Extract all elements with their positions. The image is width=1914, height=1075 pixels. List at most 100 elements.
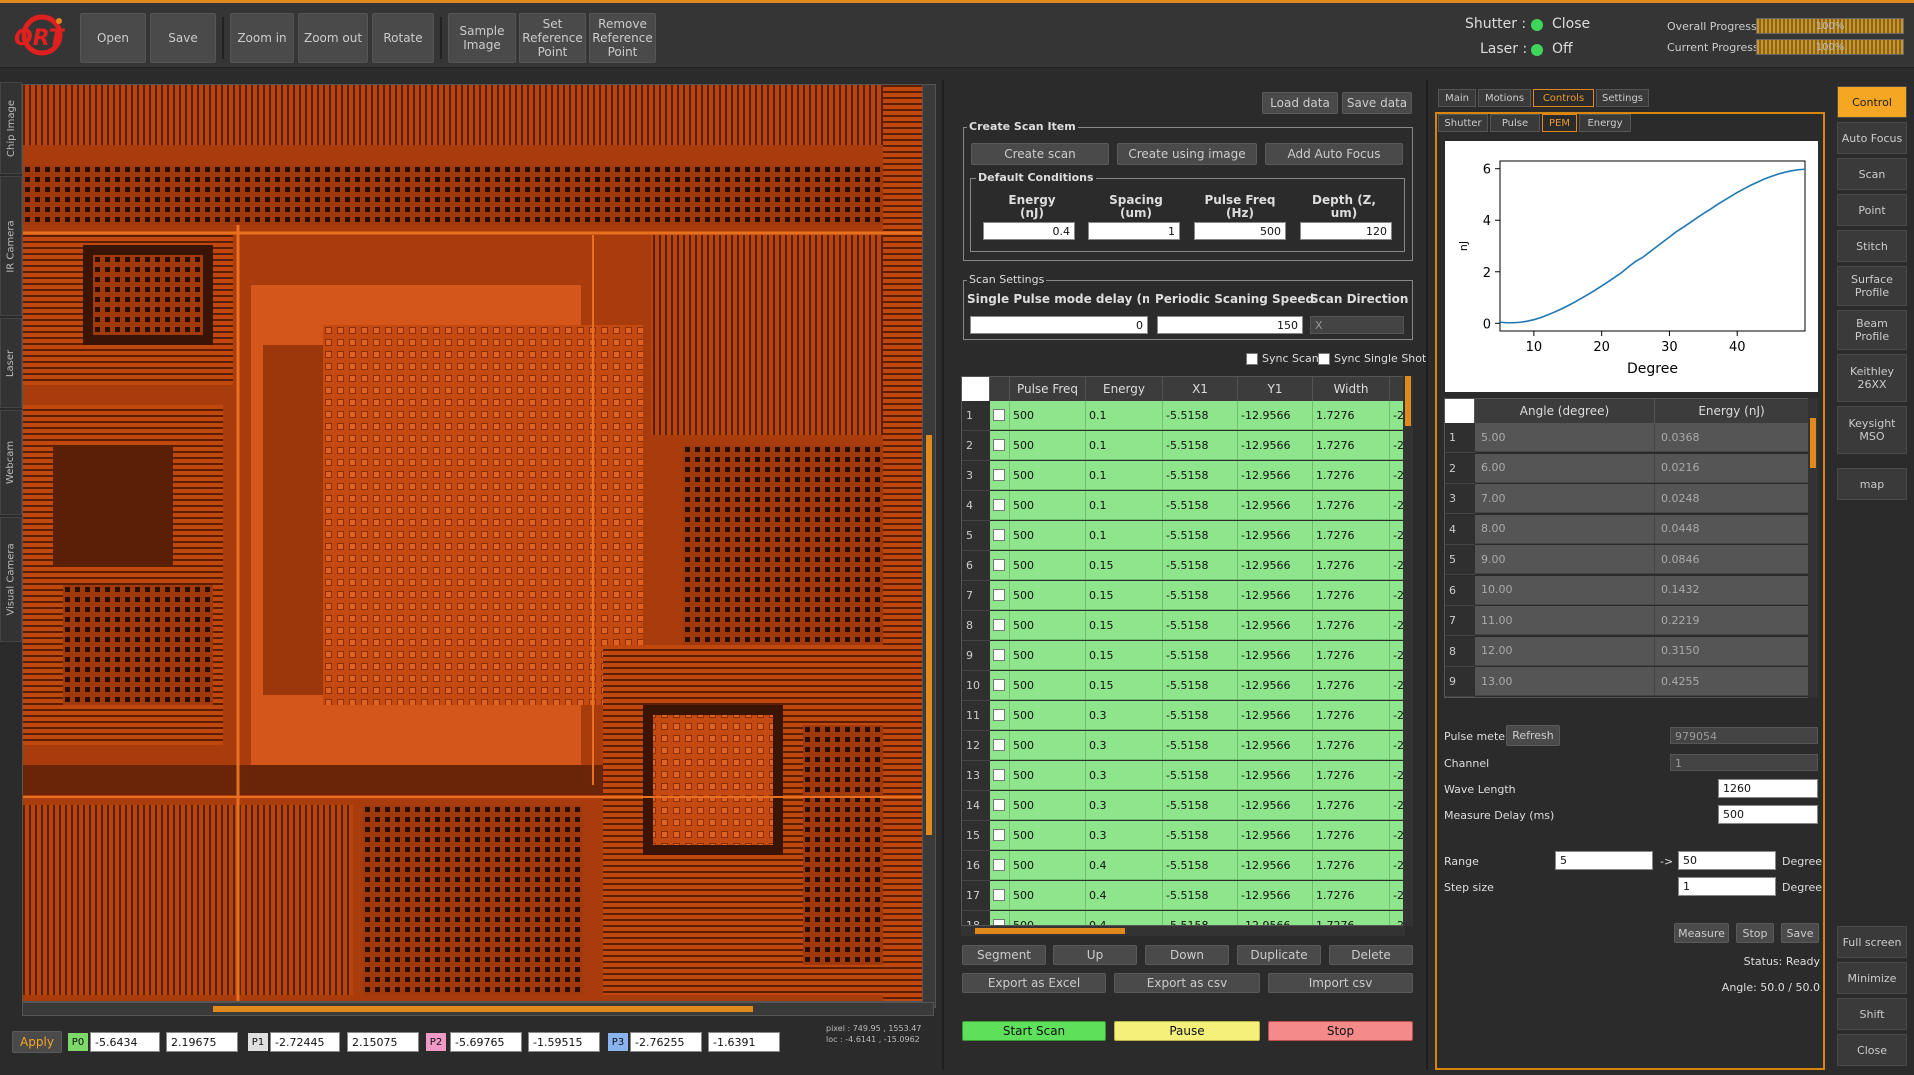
table-cell[interactable]: 500 <box>1010 611 1086 640</box>
table-cell[interactable]: -5.5158 <box>1163 431 1238 460</box>
close-button[interactable]: Close <box>1837 1034 1907 1066</box>
row-number[interactable]: 13 <box>962 761 990 791</box>
row-checkbox-cell[interactable] <box>990 641 1010 670</box>
energy-row-number[interactable]: 2 <box>1445 453 1475 484</box>
table-cell[interactable]: -5.5158 <box>1163 701 1238 730</box>
scan-table-hscroll[interactable] <box>961 926 1405 936</box>
load-data-button[interactable]: Load data <box>1262 92 1338 114</box>
angle-cell[interactable]: 7.00 <box>1475 484 1655 513</box>
energy-cell[interactable]: 0.1432 <box>1655 575 1809 605</box>
row-checkbox-cell[interactable] <box>990 791 1010 820</box>
measure-button[interactable]: Measure <box>1674 923 1729 943</box>
range-to-input[interactable] <box>1678 851 1776 870</box>
single-pulse-input[interactable] <box>970 316 1148 334</box>
table-cell[interactable]: -5.5158 <box>1163 881 1238 910</box>
table-cell[interactable]: 500 <box>1010 701 1086 730</box>
table-corner[interactable] <box>962 377 990 401</box>
table-cell[interactable]: -5.5158 <box>1163 491 1238 520</box>
row-checkbox-cell[interactable] <box>990 731 1010 760</box>
table-cell[interactable]: -5.5158 <box>1163 581 1238 610</box>
image-horizontal-scrollbar[interactable] <box>22 1002 934 1016</box>
table-cell[interactable]: -12.9566 <box>1238 551 1313 580</box>
table-cell[interactable]: 500 <box>1010 521 1086 550</box>
row-checkbox[interactable] <box>993 739 1005 751</box>
tab-visual-camera[interactable]: Visual Camera <box>0 517 22 642</box>
table-row[interactable]: 3 500 0.1 -5.5158 -12.9566 1.7276 -2. <box>962 461 1408 491</box>
table-cell[interactable]: 0.15 <box>1086 581 1163 610</box>
sidebar-item-scan[interactable]: Scan <box>1837 158 1907 190</box>
angle-cell[interactable]: 5.00 <box>1475 423 1655 452</box>
stop-scan-button[interactable]: Stop <box>1268 1021 1413 1041</box>
scan-table-vscroll[interactable] <box>1403 376 1413 926</box>
table-cell[interactable]: 1.7276 <box>1313 821 1390 850</box>
table-cell[interactable]: 1.7276 <box>1313 671 1390 700</box>
create-using-image-button[interactable]: Create using image <box>1117 143 1257 165</box>
row-checkbox-cell[interactable] <box>990 671 1010 700</box>
table-cell[interactable]: -12.9566 <box>1238 521 1313 550</box>
remove-reference-point-button[interactable]: Remove Reference Point <box>589 13 656 63</box>
table-cell[interactable]: 500 <box>1010 791 1086 820</box>
energy-row-number[interactable]: 7 <box>1445 606 1475 636</box>
table-cell[interactable]: 500 <box>1010 821 1086 850</box>
table-row[interactable]: 17 500 0.4 -5.5158 -12.9566 1.7276 -2. <box>962 881 1408 911</box>
table-cell[interactable]: 500 <box>1010 761 1086 790</box>
table-row[interactable]: 4 500 0.1 -5.5158 -12.9566 1.7276 -2. <box>962 491 1408 521</box>
open-button[interactable]: Open <box>80 13 146 63</box>
table-row[interactable]: 18 500 0.4 -5.5158 -12.9566 1.7276 -2. <box>962 911 1408 925</box>
table-cell[interactable]: 1.7276 <box>1313 431 1390 460</box>
tab-webcam[interactable]: Webcam <box>0 410 22 515</box>
table-cell[interactable]: 500 <box>1010 491 1086 520</box>
table-row[interactable]: 16 500 0.4 -5.5158 -12.9566 1.7276 -2. <box>962 851 1408 881</box>
table-cell[interactable]: 0.15 <box>1086 671 1163 700</box>
table-cell[interactable]: 1.7276 <box>1313 851 1390 880</box>
table-cell[interactable]: 0.3 <box>1086 731 1163 760</box>
row-checkbox[interactable] <box>993 499 1005 511</box>
chip-image-view[interactable] <box>22 84 930 1002</box>
sidebar-item-map[interactable]: map <box>1837 468 1907 500</box>
col-header-energy[interactable]: Energy <box>1086 377 1163 401</box>
table-cell[interactable]: 0.4 <box>1086 851 1163 880</box>
table-row[interactable]: 11 500 0.3 -5.5158 -12.9566 1.7276 -2. <box>962 701 1408 731</box>
table-cell[interactable]: -5.5158 <box>1163 791 1238 820</box>
up-button[interactable]: Up <box>1053 945 1137 965</box>
table-cell[interactable]: -12.9566 <box>1238 851 1313 880</box>
energy-row-number[interactable]: 9 <box>1445 667 1475 697</box>
p3-y-input[interactable] <box>708 1032 780 1052</box>
row-number[interactable]: 5 <box>962 521 990 551</box>
row-number[interactable]: 18 <box>962 911 990 925</box>
tab-settings[interactable]: Settings <box>1596 89 1649 107</box>
save-data-button[interactable]: Save data <box>1342 92 1412 114</box>
table-row[interactable]: 13 500 0.3 -5.5158 -12.9566 1.7276 -2. <box>962 761 1408 791</box>
table-cell[interactable]: 500 <box>1010 641 1086 670</box>
row-checkbox-cell[interactable] <box>990 611 1010 640</box>
depth-input[interactable] <box>1300 222 1392 240</box>
energy-table[interactable]: Angle (degree) Energy (nJ) 1 5.00 0.0368 2 6… <box>1444 398 1818 698</box>
row-checkbox[interactable] <box>993 859 1005 871</box>
table-row[interactable]: 8 500 0.15 -5.5158 -12.9566 1.7276 -2. <box>962 611 1408 641</box>
row-checkbox[interactable] <box>993 709 1005 721</box>
apply-button[interactable]: Apply <box>12 1031 62 1053</box>
export-excel-button[interactable]: Export as Excel <box>962 973 1106 993</box>
table-cell[interactable]: 1.7276 <box>1313 761 1390 790</box>
table-cell[interactable]: 0.1 <box>1086 431 1163 460</box>
rotate-button[interactable]: Rotate <box>372 13 434 63</box>
image-vscroll-thumb[interactable] <box>926 435 932 835</box>
row-number[interactable]: 10 <box>962 671 990 701</box>
table-cell[interactable]: 1.7276 <box>1313 641 1390 670</box>
row-checkbox-cell[interactable] <box>990 701 1010 730</box>
table-cell[interactable]: -12.9566 <box>1238 701 1313 730</box>
energy-cell[interactable]: 0.0216 <box>1655 453 1809 483</box>
table-cell[interactable]: 1.7276 <box>1313 911 1390 925</box>
refresh-button[interactable]: Refresh <box>1506 725 1560 746</box>
table-cell[interactable]: -5.5158 <box>1163 521 1238 550</box>
tab-chip-image[interactable]: Chip Image <box>0 82 22 174</box>
pulse-freq-input[interactable] <box>1194 222 1286 240</box>
table-cell[interactable]: 0.15 <box>1086 551 1163 580</box>
import-csv-button[interactable]: Import csv <box>1268 973 1413 993</box>
energy-row-number[interactable]: 5 <box>1445 545 1475 575</box>
sidebar-item-auto-focus[interactable]: Auto Focus <box>1837 122 1907 154</box>
col-header-width[interactable]: Width <box>1313 377 1390 401</box>
col-header-x1[interactable]: X1 <box>1163 377 1238 401</box>
table-cell[interactable]: 1.7276 <box>1313 491 1390 520</box>
table-cell[interactable]: -5.5158 <box>1163 671 1238 700</box>
